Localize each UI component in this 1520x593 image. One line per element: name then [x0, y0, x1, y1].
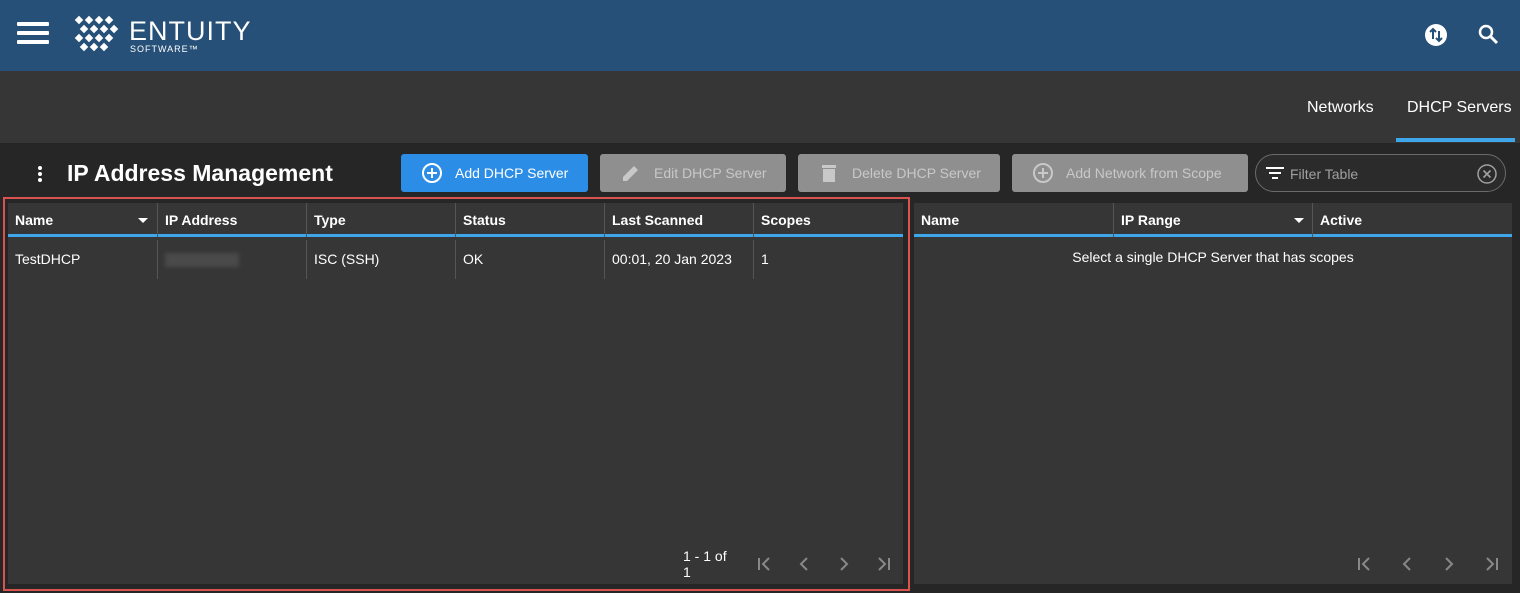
filter-table-field[interactable] — [1255, 154, 1506, 192]
first-page-icon[interactable] — [1344, 552, 1386, 576]
previous-page-icon[interactable] — [1386, 552, 1428, 576]
sub-navigation: Networks DHCP Servers — [0, 71, 1520, 143]
tab-networks[interactable]: Networks — [1307, 99, 1374, 117]
column-header-name[interactable]: Name — [914, 203, 1113, 237]
edit-dhcp-server-label: Edit DHCP Server — [654, 165, 767, 181]
column-header-name[interactable]: Name — [8, 203, 157, 237]
filter-icon — [1266, 167, 1284, 179]
delete-dhcp-server-label: Delete DHCP Server — [852, 165, 981, 181]
last-page-icon[interactable] — [863, 552, 903, 576]
cell-ip-address — [157, 240, 306, 279]
column-header-label: Name — [15, 212, 54, 228]
delete-dhcp-server-button[interactable]: Delete DHCP Server — [798, 154, 1000, 192]
edit-icon — [623, 166, 638, 181]
column-header-label: Active — [1320, 212, 1363, 228]
redacted-ip — [165, 253, 239, 268]
sort-down-icon — [138, 218, 148, 223]
previous-page-icon[interactable] — [784, 552, 824, 576]
sync-icon[interactable] — [1423, 22, 1449, 48]
column-header-status[interactable]: Status — [455, 203, 604, 237]
active-tab-indicator — [1396, 138, 1515, 142]
column-header-label: Type — [314, 212, 346, 228]
table-header: Name IP Address Type Status Last Scanned… — [8, 203, 903, 237]
column-header-last-scanned[interactable]: Last Scanned — [604, 203, 753, 237]
cell-status: OK — [455, 240, 604, 279]
column-header-ip-address[interactable]: IP Address — [157, 203, 306, 237]
sort-down-icon — [1294, 218, 1304, 223]
dhcp-servers-table: Name IP Address Type Status Last Scanned… — [8, 203, 903, 584]
column-header-label: Name — [921, 212, 960, 228]
page-count: 1 - 1 of 1 — [683, 548, 727, 580]
top-bar: ENTUITY SOFTWARE™ — [0, 0, 1520, 71]
add-dhcp-server-button[interactable]: Add DHCP Server — [401, 154, 588, 192]
column-header-label: Scopes — [761, 212, 811, 228]
add-circle-icon — [1033, 163, 1053, 183]
column-header-type[interactable]: Type — [306, 203, 455, 237]
column-header-label: IP Address — [165, 212, 238, 228]
scopes-table: Name IP Range Active Select a single DHC… — [914, 203, 1512, 584]
kebab-menu-icon[interactable] — [38, 166, 44, 184]
last-page-icon[interactable] — [1470, 552, 1512, 576]
add-circle-icon — [422, 163, 442, 183]
column-header-active[interactable]: Active — [1312, 203, 1512, 237]
menu-icon[interactable] — [17, 22, 49, 44]
column-header-scopes[interactable]: Scopes — [753, 203, 903, 237]
pagination: 1 - 1 of 1 — [683, 548, 903, 580]
column-header-ip-range[interactable]: IP Range — [1113, 203, 1312, 237]
brand-subtitle: SOFTWARE™ — [130, 44, 199, 54]
column-header-label: Status — [463, 212, 506, 228]
column-header-label: Last Scanned — [612, 212, 704, 228]
next-page-icon[interactable] — [824, 552, 864, 576]
cell-name: TestDHCP — [15, 251, 81, 267]
page-title: IP Address Management — [67, 160, 333, 186]
column-header-label: IP Range — [1121, 212, 1181, 228]
clear-icon[interactable] — [1477, 164, 1497, 184]
page-toolbar: IP Address Management Add DHCP Server Ed… — [0, 143, 1520, 203]
table-header: Name IP Range Active — [914, 203, 1512, 237]
brand-name: ENTUITY — [129, 16, 252, 46]
cell-type: ISC (SSH) — [306, 240, 455, 279]
filter-table-input[interactable] — [1290, 164, 1470, 184]
tab-dhcp-servers[interactable]: DHCP Servers — [1407, 99, 1512, 117]
cell-last-scanned: 00:01, 20 Jan 2023 — [604, 240, 753, 279]
table-row[interactable]: TestDHCP ISC (SSH) OK 00:01, 20 Jan 2023… — [8, 240, 903, 279]
cell-scopes: 1 — [753, 240, 903, 279]
next-page-icon[interactable] — [1428, 552, 1470, 576]
empty-table-message: Select a single DHCP Server that has sco… — [1072, 249, 1354, 265]
entuity-logo-icon — [74, 15, 119, 52]
first-page-icon[interactable] — [745, 552, 785, 576]
edit-dhcp-server-button[interactable]: Edit DHCP Server — [600, 154, 786, 192]
app-logo: ENTUITY SOFTWARE™ — [72, 15, 252, 57]
pagination — [1344, 552, 1512, 576]
add-network-from-scope-button[interactable]: Add Network from Scope — [1012, 154, 1248, 192]
add-dhcp-server-label: Add DHCP Server — [455, 165, 569, 181]
delete-icon — [822, 165, 836, 182]
add-network-from-scope-label: Add Network from Scope — [1066, 165, 1222, 181]
search-icon[interactable] — [1476, 22, 1502, 48]
